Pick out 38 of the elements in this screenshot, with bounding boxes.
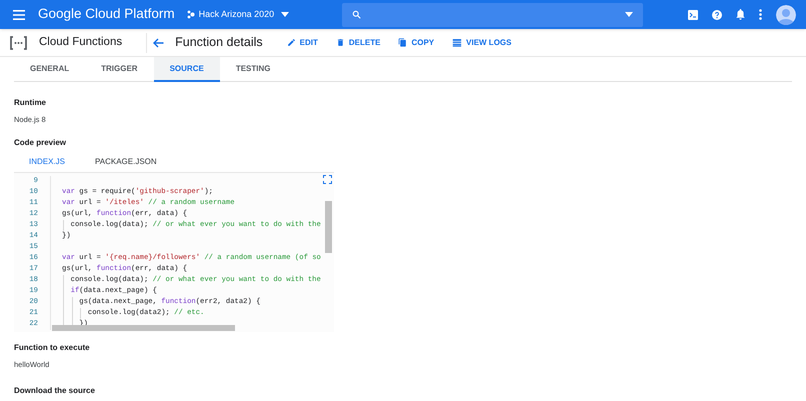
section-label: Download the source (14, 384, 96, 396)
back-arrow-icon[interactable] (153, 38, 164, 48)
dots-icon (186, 10, 195, 19)
page-title: Function details (175, 34, 263, 52)
more-icon[interactable] (759, 9, 762, 20)
caret-icon (625, 12, 634, 17)
search-icon (352, 10, 362, 19)
terminal-icon[interactable] (688, 10, 698, 20)
file-tab[interactable]: PACKAGE.JSON (80, 155, 172, 168)
section-label: Code preview (14, 137, 68, 150)
copy-button[interactable]: COPY (390, 32, 442, 52)
horizontal-scrollbar[interactable] (52, 325, 235, 332)
edit-button[interactable]: EDIT (278, 32, 326, 52)
copy-icon (398, 38, 408, 47)
bell-icon[interactable] (736, 9, 745, 20)
list-icon (452, 38, 462, 47)
project-selector[interactable]: Hack Arizona 2020 (186, 8, 290, 22)
section-label: Function to execute (14, 342, 91, 354)
tab[interactable]: SOURCE (154, 57, 220, 82)
search-field[interactable] (342, 2, 644, 26)
brackets-icon (9, 36, 28, 50)
tab[interactable]: GENERAL (14, 57, 86, 82)
section-label: Runtime (14, 97, 47, 109)
delete-button[interactable]: DELETE (328, 32, 388, 52)
expand-icon[interactable] (323, 175, 332, 184)
app-title: Google Cloud Platform (38, 5, 175, 24)
view-logs-button[interactable]: VIEW LOGS (444, 32, 520, 52)
product-title: Cloud Functions (39, 34, 122, 50)
vertical-scrollbar[interactable] (325, 201, 332, 254)
file-tab[interactable]: INDEX.JS (14, 155, 80, 168)
pencil-icon (286, 38, 296, 47)
tab[interactable]: TESTING (220, 57, 286, 82)
help-icon[interactable] (712, 10, 722, 20)
caret-icon (281, 12, 290, 17)
trash-icon (336, 38, 345, 47)
menu-icon[interactable] (13, 10, 25, 20)
avatar-icon[interactable] (776, 4, 796, 24)
tab[interactable]: TRIGGER (85, 57, 154, 82)
